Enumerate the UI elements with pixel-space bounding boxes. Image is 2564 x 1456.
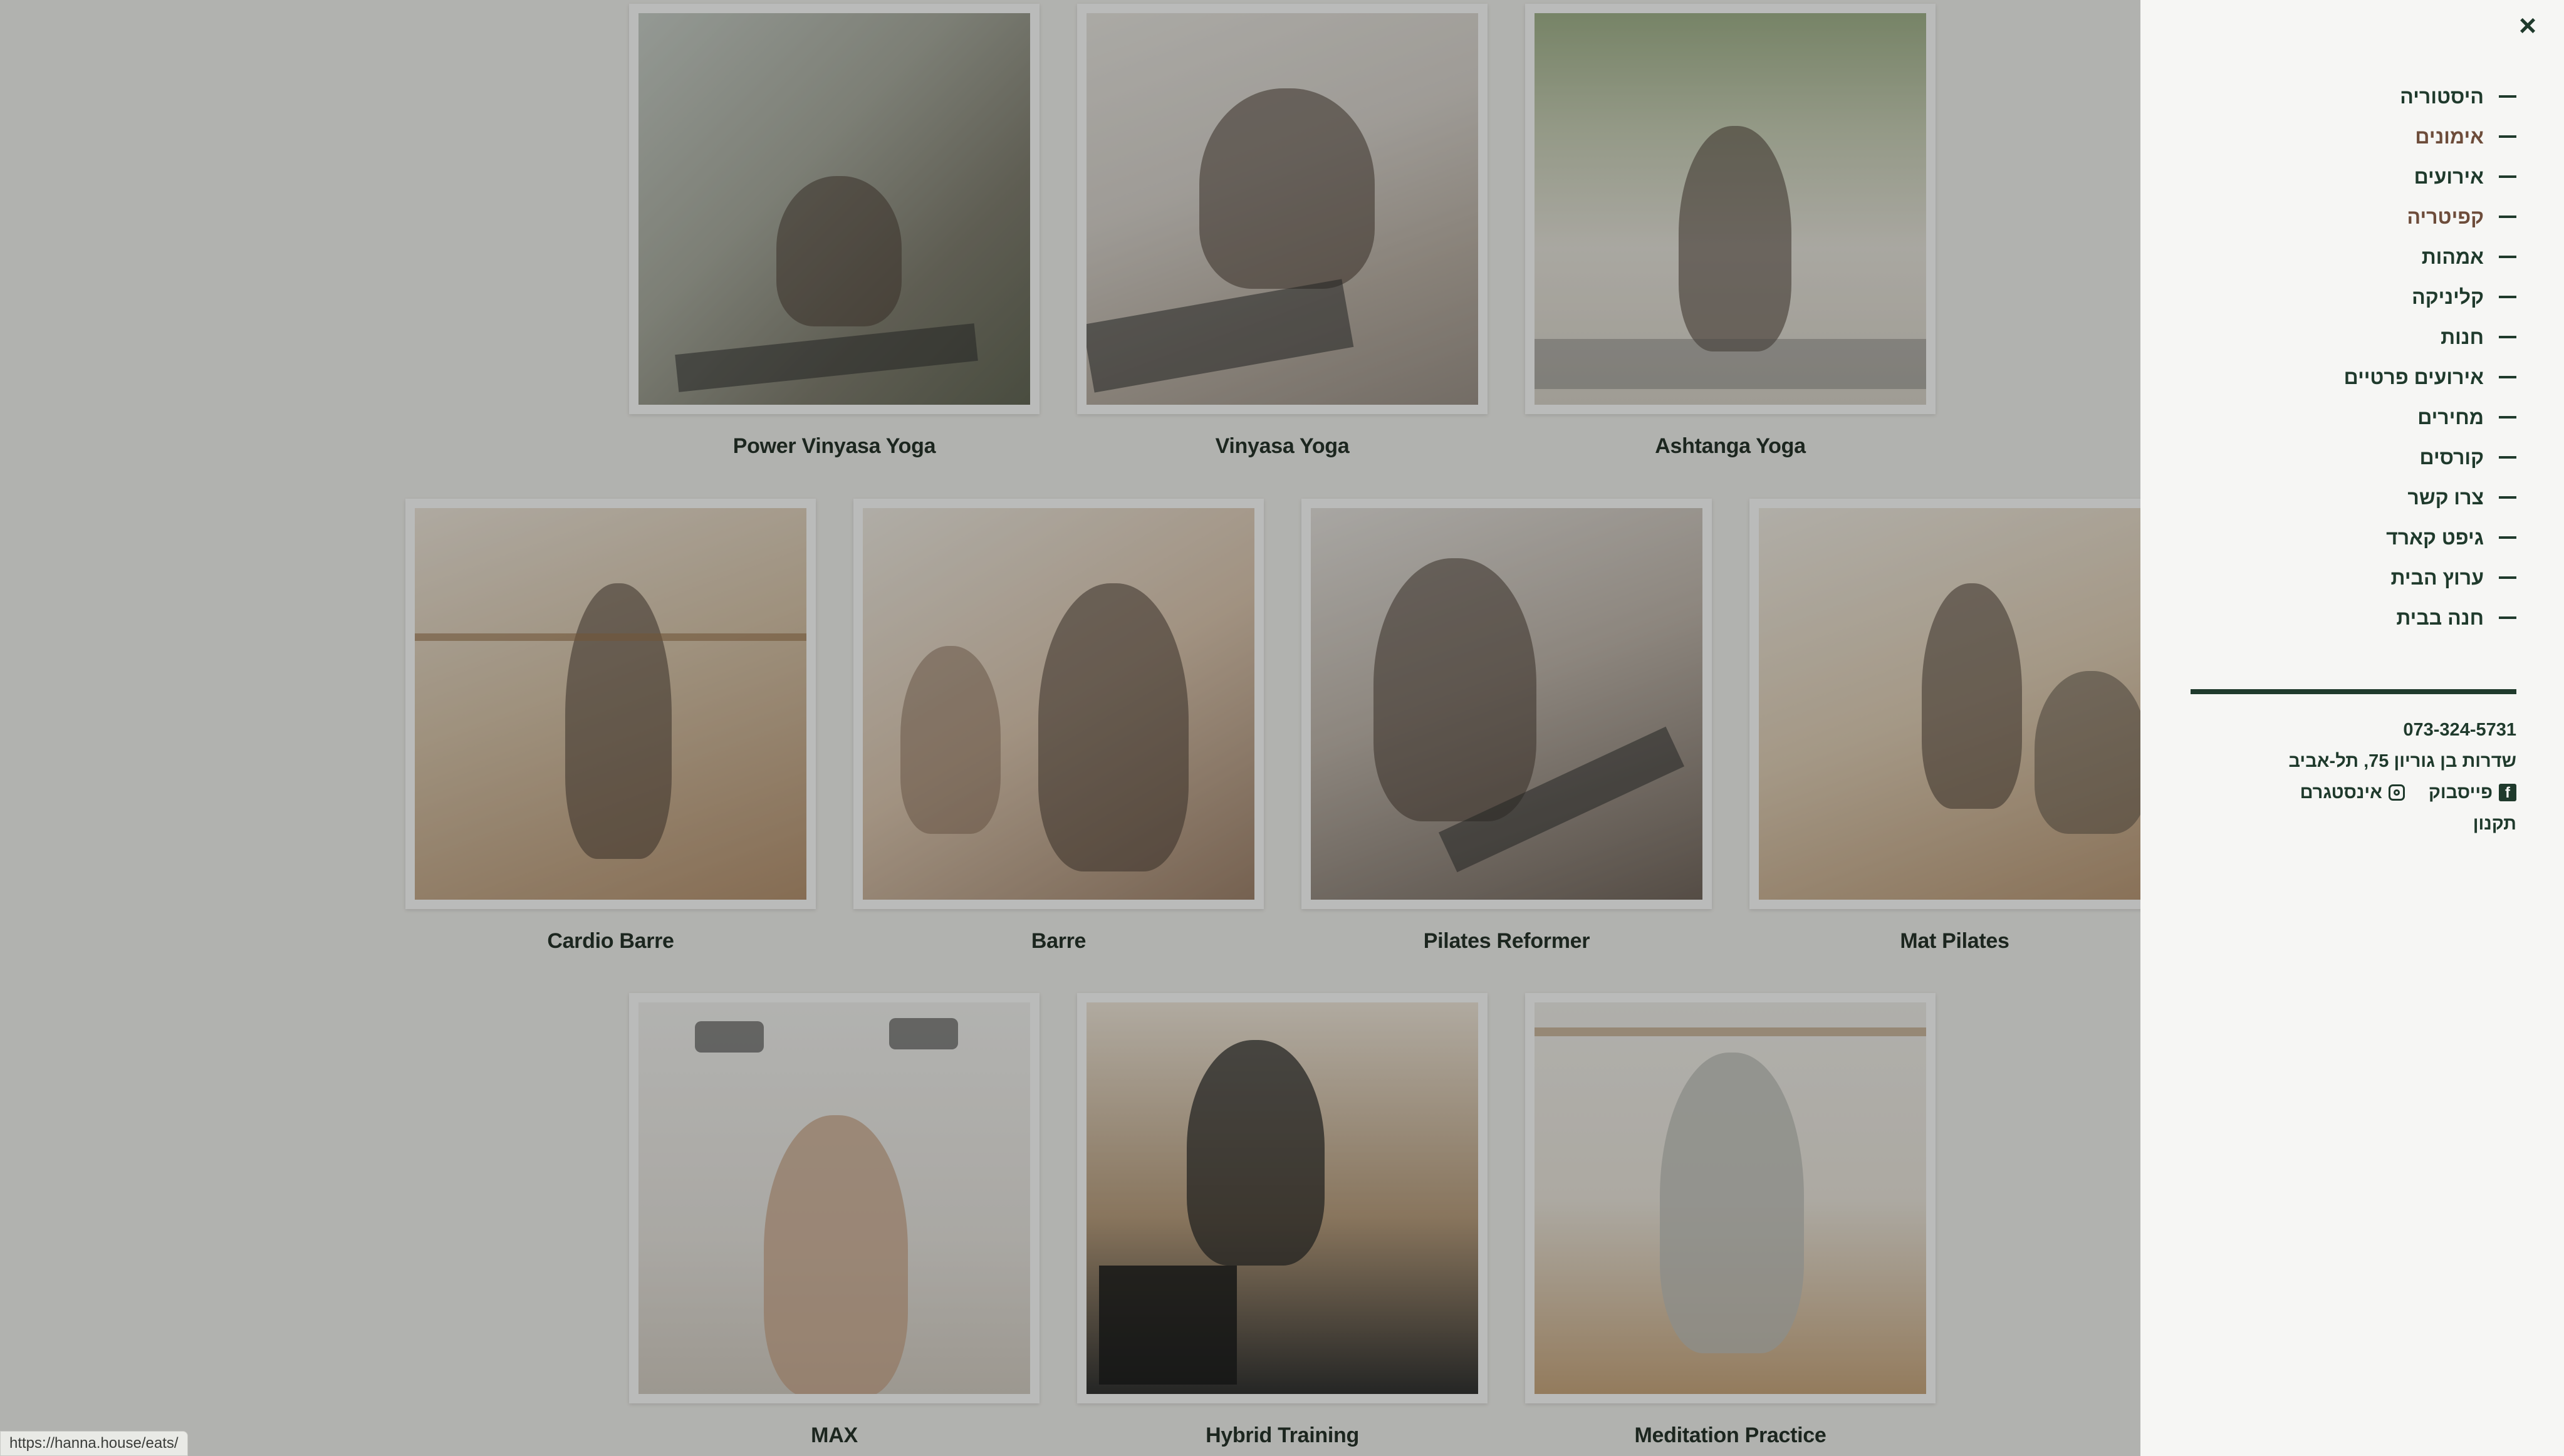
- menu-item-contact[interactable]: צרו קשר: [2344, 477, 2516, 517]
- main-menu: היסטוריה אימונים אירועים קפיטריה אמהות ק…: [2344, 76, 2516, 638]
- address: שדרות בן גוריון 75, תל-אביב: [2288, 751, 2516, 771]
- menu-item-courses[interactable]: קורסים: [2344, 437, 2516, 477]
- menu-item-label: מחירים: [2417, 405, 2484, 429]
- instagram-link[interactable]: אינסטגרם: [2300, 777, 2382, 808]
- menu-item-label: קורסים: [2419, 445, 2484, 469]
- dash-icon: [2499, 95, 2516, 98]
- menu-item-shop[interactable]: חנות: [2344, 317, 2516, 357]
- menu-item-trainings[interactable]: אימונים: [2344, 117, 2516, 157]
- menu-item-mothers[interactable]: אמהות: [2344, 237, 2516, 277]
- menu-item-cafeteria[interactable]: קפיטריה: [2344, 197, 2516, 237]
- phone-number[interactable]: 073-324-5731: [2288, 714, 2516, 746]
- menu-item-home-channel[interactable]: ערוץ הבית: [2344, 558, 2516, 598]
- dash-icon: [2499, 376, 2516, 378]
- dash-icon: [2499, 576, 2516, 579]
- dash-icon: [2499, 336, 2516, 338]
- dash-icon: [2499, 216, 2516, 218]
- dash-icon: [2499, 616, 2516, 619]
- menu-item-label: גיפט קארד: [2386, 526, 2484, 549]
- menu-item-label: אמהות: [2421, 245, 2484, 268]
- menu-item-label: חנות: [2441, 325, 2484, 348]
- dash-icon: [2499, 416, 2516, 419]
- menu-item-prices[interactable]: מחירים: [2344, 397, 2516, 437]
- dash-icon: [2499, 175, 2516, 178]
- menu-item-label: אירועים: [2414, 165, 2484, 188]
- menu-item-clinic[interactable]: קליניקה: [2344, 277, 2516, 317]
- menu-item-label: קפיטריה: [2407, 205, 2484, 228]
- modal-overlay[interactable]: [0, 0, 2140, 1456]
- menu-item-history[interactable]: היסטוריה: [2344, 76, 2516, 117]
- dash-icon: [2499, 536, 2516, 539]
- facebook-link[interactable]: פייסבוק: [2429, 777, 2493, 808]
- facebook-icon[interactable]: f: [2499, 784, 2516, 801]
- menu-item-events[interactable]: אירועים: [2344, 157, 2516, 197]
- menu-item-label: היסטוריה: [2400, 85, 2484, 108]
- social-links: f פייסבוק אינסטגרם: [2288, 777, 2516, 808]
- dash-icon: [2499, 135, 2516, 138]
- menu-item-label: חנה בבית: [2396, 606, 2484, 629]
- instagram-icon[interactable]: [2388, 784, 2405, 801]
- menu-item-label: קליניקה: [2412, 285, 2484, 308]
- dash-icon: [2499, 256, 2516, 258]
- menu-divider: [2191, 689, 2516, 694]
- menu-item-gift-card[interactable]: גיפט קארד: [2344, 517, 2516, 558]
- menu-item-label: צרו קשר: [2407, 486, 2484, 509]
- dash-icon: [2499, 296, 2516, 298]
- terms-link[interactable]: תקנון: [2288, 808, 2516, 840]
- menu-item-label: ערוץ הבית: [2390, 566, 2484, 589]
- menu-item-label: אימונים: [2415, 125, 2484, 148]
- dash-icon: [2499, 456, 2516, 459]
- close-icon[interactable]: ×: [2509, 8, 2546, 45]
- menu-item-private-events[interactable]: אירועים פרטיים: [2344, 357, 2516, 397]
- menu-item-label: אירועים פרטיים: [2343, 365, 2484, 388]
- status-bar-url: https://hanna.house/eats/: [0, 1431, 188, 1456]
- dash-icon: [2499, 496, 2516, 499]
- side-menu-panel: × היסטוריה אימונים אירועים קפיטריה אמהות…: [2140, 0, 2564, 1456]
- menu-item-hanna-at-home[interactable]: חנה בבית: [2344, 598, 2516, 638]
- contact-block: 073-324-5731 שדרות בן גוריון 75, תל-אביב…: [2288, 714, 2516, 840]
